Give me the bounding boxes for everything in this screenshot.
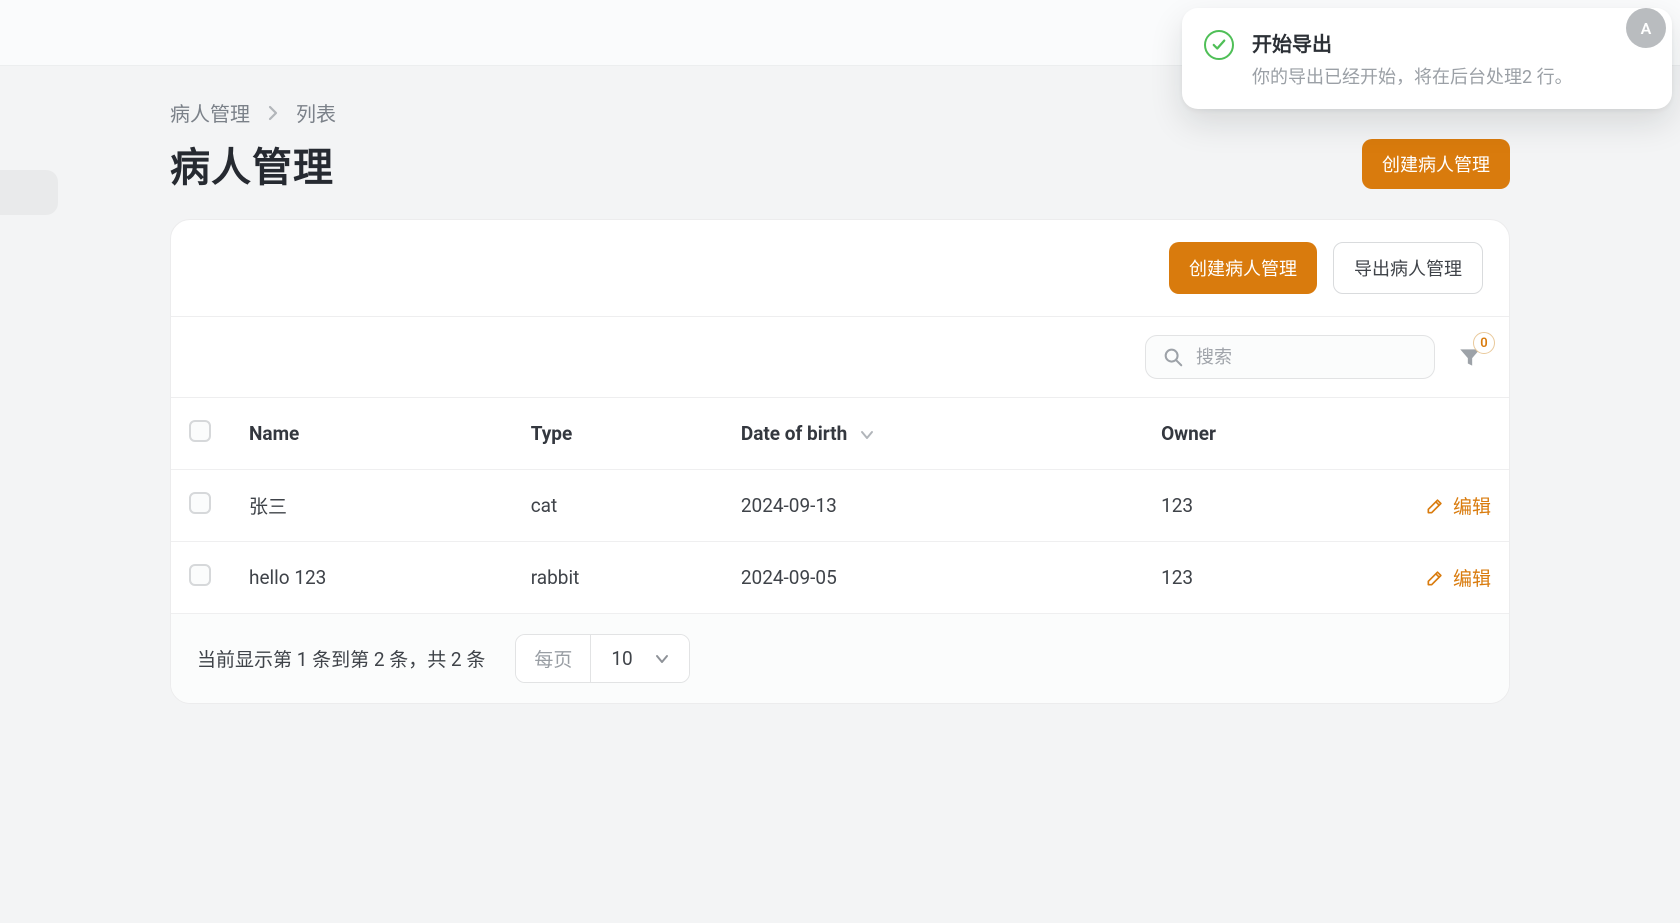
panel-actions: 创建病人管理 导出病人管理	[171, 220, 1509, 317]
chevron-down-icon	[860, 422, 874, 445]
cell-type: rabbit	[513, 542, 723, 614]
toast-subtitle: 你的导出已经开始，将在后台处理2 行。	[1252, 63, 1573, 89]
search-input-wrap[interactable]	[1145, 335, 1435, 379]
row-checkbox[interactable]	[189, 564, 211, 586]
search-icon	[1162, 346, 1184, 368]
search-input[interactable]	[1196, 347, 1418, 368]
success-icon	[1204, 30, 1234, 60]
col-dob-label: Date of birth	[741, 422, 847, 445]
page-title: 病人管理	[170, 135, 334, 193]
pagination-summary: 当前显示第 1 条到第 2 条，共 2 条	[197, 645, 485, 672]
cell-dob: 2024-09-13	[723, 470, 1143, 542]
edit-label: 编辑	[1453, 492, 1491, 519]
avatar-initial: A	[1641, 19, 1652, 38]
cell-name: hello 123	[231, 542, 513, 614]
cell-type: cat	[513, 470, 723, 542]
col-select	[171, 398, 231, 470]
export-button[interactable]: 导出病人管理	[1333, 242, 1483, 294]
cell-name: 张三	[231, 470, 513, 542]
data-panel: 创建病人管理 导出病人管理 0 Name	[170, 219, 1510, 704]
per-page-select[interactable]: 10	[591, 635, 688, 682]
edit-icon	[1425, 568, 1445, 588]
toast-title: 开始导出	[1252, 28, 1573, 57]
data-table: Name Type Date of birth Owner 张三	[171, 398, 1509, 614]
cell-dob: 2024-09-05	[723, 542, 1143, 614]
per-page-control: 每页 10	[515, 634, 689, 683]
page-content: 病人管理 列表 病人管理 创建病人管理 创建病人管理 导出病人管理 0	[150, 66, 1530, 764]
edit-button[interactable]: 编辑	[1387, 492, 1491, 519]
create-button-panel[interactable]: 创建病人管理	[1169, 242, 1317, 294]
chevron-right-icon	[268, 105, 278, 121]
table-header-row: Name Type Date of birth Owner	[171, 398, 1509, 470]
row-checkbox[interactable]	[189, 492, 211, 514]
select-all-checkbox[interactable]	[189, 420, 211, 442]
create-button-header[interactable]: 创建病人管理	[1362, 139, 1510, 189]
table-row[interactable]: hello 123 rabbit 2024-09-05 123 编辑	[171, 542, 1509, 614]
toast-body: 开始导出 你的导出已经开始，将在后台处理2 行。	[1252, 28, 1573, 89]
sidebar-active-item-ghost[interactable]	[0, 170, 58, 215]
breadcrumb-root[interactable]: 病人管理	[170, 98, 250, 127]
title-row: 病人管理 创建病人管理	[170, 135, 1510, 193]
panel-footer: 当前显示第 1 条到第 2 条，共 2 条 每页 10	[171, 614, 1509, 703]
col-type[interactable]: Type	[513, 398, 723, 470]
col-owner[interactable]: Owner	[1143, 398, 1369, 470]
col-actions	[1369, 398, 1509, 470]
per-page-label: 每页	[516, 635, 591, 682]
filter-badge: 0	[1473, 332, 1495, 354]
cell-owner: 123	[1143, 470, 1369, 542]
col-dob[interactable]: Date of birth	[723, 398, 1143, 470]
per-page-value: 10	[611, 647, 632, 670]
chevron-down-icon	[655, 654, 669, 664]
edit-button[interactable]: 编辑	[1387, 564, 1491, 591]
filter-button[interactable]: 0	[1457, 344, 1483, 370]
cell-owner: 123	[1143, 542, 1369, 614]
avatar[interactable]: A	[1626, 8, 1666, 48]
edit-label: 编辑	[1453, 564, 1491, 591]
col-name[interactable]: Name	[231, 398, 513, 470]
edit-icon	[1425, 496, 1445, 516]
toast-notification: 开始导出 你的导出已经开始，将在后台处理2 行。	[1182, 8, 1672, 109]
toolbar: 0	[171, 317, 1509, 398]
breadcrumb-current: 列表	[296, 98, 336, 127]
table-row[interactable]: 张三 cat 2024-09-13 123 编辑	[171, 470, 1509, 542]
